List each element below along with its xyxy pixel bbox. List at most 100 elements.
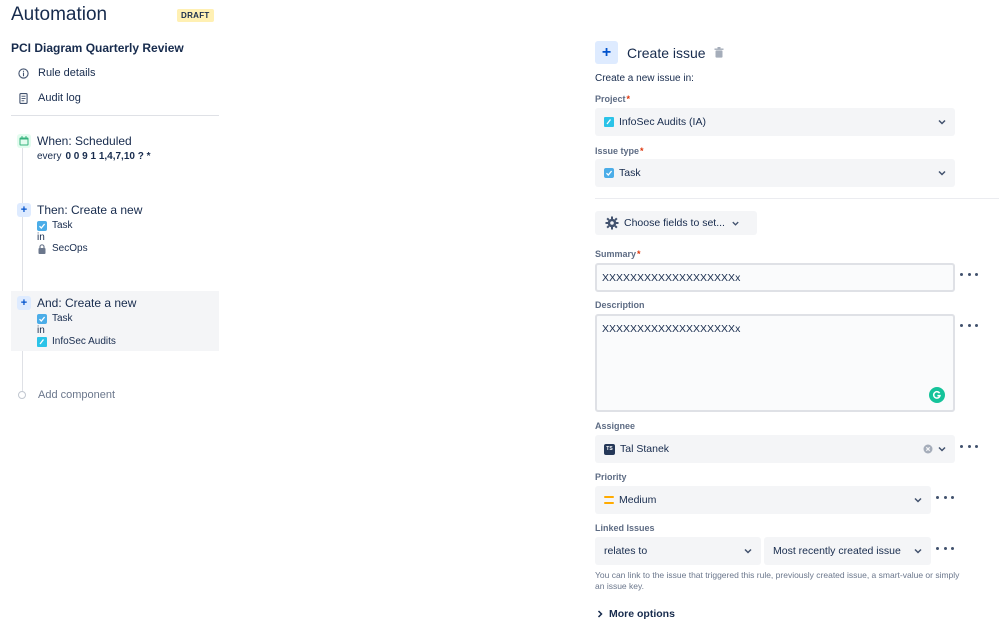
component-action-1[interactable]: + Then: Create a new Task in SecOps <box>11 199 219 259</box>
action1-title: Then: Create a new <box>37 203 143 217</box>
cron-expression: 0 0 9 1 1,4,7,10 ? * <box>65 151 151 162</box>
add-component-label: Add component <box>38 389 116 401</box>
action1-issue-type-label: Task <box>52 220 73 231</box>
description-more-button[interactable] <box>960 320 978 330</box>
action2-title: And: Create a new <box>37 296 137 310</box>
link-target-select[interactable]: Most recently created issue <box>764 537 931 565</box>
trash-icon[interactable] <box>714 47 724 58</box>
task-icon <box>37 313 47 324</box>
action2-project-label: InfoSec Audits <box>52 336 116 347</box>
summary-label: Summary* <box>595 249 641 259</box>
linked-issues-more-button[interactable] <box>936 543 954 553</box>
priority-select[interactable]: Medium <box>595 486 931 514</box>
app-title: Automation <box>11 4 108 25</box>
gear-icon <box>605 216 619 230</box>
assignee-more-button[interactable] <box>960 441 978 451</box>
grammarly-icon[interactable] <box>929 387 945 403</box>
nav-rule-details[interactable]: Rule details <box>11 63 219 83</box>
task-icon <box>604 168 614 178</box>
schedule-prefix: every <box>37 151 62 162</box>
action2-issue-type: Task <box>37 313 73 324</box>
action1-project: SecOps <box>37 243 88 254</box>
linked-issues-label: Linked Issues <box>595 523 655 533</box>
project-select[interactable]: InfoSec Audits (IA) <box>595 108 955 136</box>
chevron-down-icon <box>937 444 947 454</box>
action1-project-label: SecOps <box>52 243 88 254</box>
chevron-down-icon <box>731 219 740 228</box>
summary-more-button[interactable] <box>960 269 978 279</box>
infosec-project-icon <box>37 336 47 347</box>
action1-issue-type: Task <box>37 220 73 231</box>
issue-type-label-text: Issue type <box>595 146 640 156</box>
summary-label-text: Summary <box>595 249 637 259</box>
required-asterisk: * <box>626 94 631 104</box>
component-action-2[interactable]: + And: Create a new Task in InfoSec Audi… <box>11 291 219 351</box>
infosec-project-icon <box>604 117 614 127</box>
required-asterisk: * <box>640 146 644 156</box>
secops-project-icon <box>37 243 47 254</box>
nav-audit-log[interactable]: Audit log <box>11 88 219 108</box>
trigger-schedule: every 0 0 9 1 1,4,7,10 ? * <box>37 151 151 162</box>
trigger-title: When: Scheduled <box>37 134 132 148</box>
timeline-line <box>22 148 23 392</box>
more-options-label: More options <box>609 608 675 620</box>
nav-rule-details-label: Rule details <box>38 67 96 79</box>
issue-type-label: Issue type* <box>595 146 644 156</box>
component-trigger[interactable]: When: Scheduled every 0 0 9 1 1,4,7,10 ?… <box>11 130 219 164</box>
avatar: TS <box>604 443 615 455</box>
action1-in-label: in <box>37 232 45 243</box>
required-asterisk: * <box>637 249 641 259</box>
summary-input[interactable]: XXXXXXXXXXXXXXXXXXXx <box>595 263 955 292</box>
description-label: Description <box>595 300 645 310</box>
action2-in-label: in <box>37 325 45 336</box>
panel-title: Create issue <box>627 44 706 61</box>
assignee-select[interactable]: TS Tal Stanek <box>595 435 955 463</box>
chevron-down-icon <box>913 546 923 556</box>
chevron-down-icon <box>937 168 947 178</box>
chevron-down-icon <box>743 546 753 556</box>
issue-type-select[interactable]: Task <box>595 159 955 187</box>
rule-name: PCI Diagram Quarterly Review <box>11 41 184 55</box>
panel-subtitle: Create a new issue in: <box>595 73 694 84</box>
priority-more-button[interactable] <box>936 492 954 502</box>
more-options-toggle[interactable]: More options <box>596 608 675 620</box>
calendar-icon <box>17 134 31 148</box>
project-select-value: InfoSec Audits (IA) <box>619 116 706 128</box>
link-type-select[interactable]: relates to <box>595 537 761 565</box>
nav-divider <box>11 115 219 116</box>
nav-audit-log-label: Audit log <box>38 92 81 104</box>
priority-select-value: Medium <box>619 494 657 506</box>
section-divider <box>595 198 999 199</box>
priority-label-text: Priority <box>595 472 627 482</box>
priority-medium-icon <box>604 496 614 504</box>
timeline-end-dot <box>18 391 26 399</box>
action2-issue-type-label: Task <box>52 313 73 324</box>
description-textarea[interactable]: XXXXXXXXXXXXXXXXXXXx <box>595 314 955 412</box>
assignee-label-text: Assignee <box>595 421 636 431</box>
priority-label: Priority <box>595 472 627 482</box>
action2-project: InfoSec Audits <box>37 336 116 347</box>
info-icon <box>11 67 35 79</box>
task-icon <box>37 220 47 231</box>
log-icon <box>11 92 35 104</box>
project-label: Project* <box>595 94 630 104</box>
assignee-select-value: Tal Stanek <box>620 443 670 455</box>
plus-icon: + <box>595 41 618 64</box>
link-target-value: Most recently created issue <box>773 545 901 557</box>
project-label-text: Project <box>595 94 626 104</box>
draft-status-badge: DRAFT <box>177 9 214 22</box>
plus-icon: + <box>17 203 31 217</box>
chevron-right-icon <box>596 610 604 618</box>
add-component-button[interactable]: Add component <box>11 386 219 404</box>
description-label-text: Description <box>595 300 645 310</box>
chevron-down-icon <box>937 117 947 127</box>
issue-type-select-value: Task <box>619 167 641 179</box>
link-type-value: relates to <box>604 545 648 557</box>
choose-fields-label: Choose fields to set... <box>624 217 725 229</box>
assignee-label: Assignee <box>595 421 635 431</box>
clear-icon[interactable] <box>923 444 933 454</box>
linked-issues-label-text: Linked Issues <box>595 523 655 533</box>
choose-fields-button[interactable]: Choose fields to set... <box>595 211 757 235</box>
chevron-down-icon <box>913 495 923 505</box>
linked-issues-help: You can link to the issue that triggered… <box>595 570 960 591</box>
